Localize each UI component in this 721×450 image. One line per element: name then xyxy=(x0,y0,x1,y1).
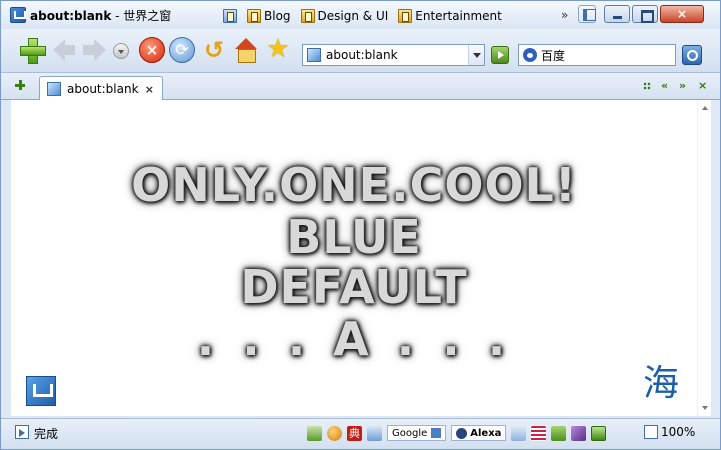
baidu-paw-icon[interactable] xyxy=(523,48,537,62)
forward-icon[interactable] xyxy=(81,37,107,63)
tab-prev-button[interactable]: « xyxy=(661,79,668,92)
bookmark-design-ui[interactable]: Design & UI xyxy=(299,7,391,25)
scroll-down-icon[interactable] xyxy=(702,406,708,410)
new-tab-icon[interactable] xyxy=(19,37,46,64)
zoom-icon[interactable] xyxy=(644,425,658,439)
tab-close-all-button[interactable]: × xyxy=(698,79,707,92)
bookmarks-manager-button[interactable] xyxy=(221,7,239,25)
split-view-button[interactable] xyxy=(578,5,596,23)
download-icon[interactable] xyxy=(551,425,567,441)
search-box[interactable]: 百度 xyxy=(518,44,676,66)
address-dropdown-icon[interactable] xyxy=(468,45,484,65)
tab-next-button[interactable]: » xyxy=(679,79,686,92)
history-dropdown-icon[interactable] xyxy=(113,43,129,59)
favorites-star-icon[interactable]: ★ xyxy=(265,36,291,63)
window-title-page: about:blank xyxy=(30,8,112,23)
address-bar[interactable]: about:blank xyxy=(302,44,485,66)
maximize-button[interactable] xyxy=(632,5,658,23)
status-bar: 完成 典 Google Alexa 100% xyxy=(1,418,720,449)
vertical-scrollbar[interactable] xyxy=(697,100,711,416)
banner-line-1: ONLY.ONE.COOL! xyxy=(131,158,577,212)
app-icon xyxy=(10,7,26,23)
bookmark-label: Entertainment xyxy=(415,9,502,23)
folder-icon xyxy=(398,9,413,23)
address-input[interactable]: about:blank xyxy=(326,48,468,62)
search-button[interactable] xyxy=(682,45,702,65)
dictionary-plugin-icon[interactable]: 典 xyxy=(347,425,362,441)
folder-icon xyxy=(247,9,261,23)
page-content[interactable]: ONLY.ONE.COOL! BLUE DEFAULT . . . A . . … xyxy=(11,100,697,416)
stop-icon[interactable]: × xyxy=(139,37,165,63)
main-toolbar: × ⟳ ↺ ★ about:blank 百度 xyxy=(1,29,720,73)
banner-line-3: DEFAULT xyxy=(240,260,468,314)
magic-wand-icon[interactable] xyxy=(571,425,587,441)
status-text: 完成 xyxy=(34,427,59,441)
close-window-button[interactable]: × xyxy=(660,5,704,23)
bookmark-label: Design & UI xyxy=(317,9,389,23)
minimize-button[interactable] xyxy=(604,5,630,23)
search-input[interactable]: 百度 xyxy=(541,47,565,64)
bookmark-entertainment[interactable]: Entertainment xyxy=(396,7,504,25)
refresh-icon[interactable]: ⟳ xyxy=(169,37,195,63)
title-bar[interactable]: about:blank - 世界之窗 Blog Design & UI Ente… xyxy=(1,1,720,29)
chat-plugin-icon[interactable] xyxy=(511,425,527,441)
notes-plugin-icon[interactable] xyxy=(367,425,382,441)
page-icon xyxy=(47,81,61,96)
ad-filter-icon[interactable] xyxy=(531,425,547,441)
add-tab-icon[interactable] xyxy=(15,80,25,90)
bookmarks-overflow-button[interactable]: » xyxy=(561,8,568,22)
google-pagerank-widget[interactable]: Google xyxy=(387,425,447,441)
browser-window: about:blank - 世界之窗 Blog Design & UI Ente… xyxy=(0,0,721,450)
zoom-level[interactable]: 100% xyxy=(661,425,695,439)
status-plugins: 典 Google Alexa xyxy=(307,423,607,443)
image-plugin-icon[interactable] xyxy=(307,425,322,441)
undo-close-icon[interactable]: ↺ xyxy=(201,37,227,63)
bookmark-blog[interactable]: Blog xyxy=(245,7,293,25)
window-title-app: - 世界之窗 xyxy=(111,8,172,23)
folder-icon xyxy=(300,9,315,23)
bookmark-book-icon xyxy=(223,9,237,23)
back-icon[interactable] xyxy=(51,37,77,63)
banner-line-4: . . . A . . . xyxy=(196,312,512,366)
app-logo-icon xyxy=(26,376,56,406)
pagerank-icon xyxy=(431,428,442,438)
go-button[interactable] xyxy=(491,46,509,64)
alexa-label: Alexa xyxy=(470,427,502,439)
google-label: Google xyxy=(392,427,428,439)
tab-close-icon[interactable]: × xyxy=(145,83,154,96)
window-controls: × xyxy=(578,5,704,23)
tab-list-icon[interactable] xyxy=(643,82,651,90)
tab-bar: about:blank × « » × xyxy=(1,73,720,100)
sea-logo-icon: 海 xyxy=(642,363,679,404)
tab-label: about:blank xyxy=(67,81,139,96)
page-icon xyxy=(307,48,321,62)
clock-plugin-icon[interactable] xyxy=(327,425,342,441)
banner-line-2: BLUE xyxy=(286,210,422,264)
bookmarks-bar: Blog Design & UI Entertainment xyxy=(221,7,504,25)
tab-about-blank[interactable]: about:blank × xyxy=(39,76,163,100)
bookmark-label: Blog xyxy=(264,9,291,23)
alexa-icon xyxy=(456,427,468,439)
scroll-up-icon[interactable] xyxy=(702,106,708,110)
home-icon[interactable] xyxy=(233,37,259,63)
sidebar-toggle-icon[interactable] xyxy=(15,425,29,439)
alexa-rank-widget[interactable]: Alexa xyxy=(451,425,507,441)
window-title: about:blank - 世界之窗 xyxy=(30,7,171,24)
safety-check-icon[interactable] xyxy=(591,425,607,441)
